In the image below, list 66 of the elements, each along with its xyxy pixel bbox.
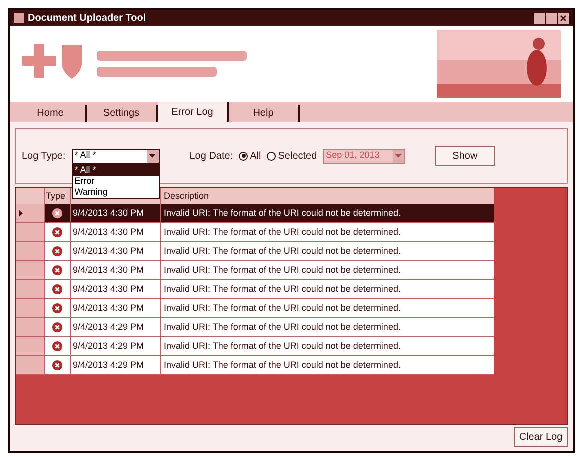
row-header bbox=[16, 356, 45, 374]
radio-button[interactable] bbox=[239, 152, 248, 160]
table-cell-text: Invalid URI: The format of the URI could not be determined. bbox=[163, 283, 402, 296]
table-row[interactable]: 9/4/2013 4:30 PM Invalid URI: The format of the URI could not be determined. bbox=[16, 204, 494, 223]
error-icon bbox=[52, 226, 63, 238]
row-header bbox=[16, 337, 45, 355]
row-header bbox=[16, 242, 45, 260]
table-cell: 9/4/2013 4:30 PM bbox=[71, 204, 161, 222]
error-icon bbox=[52, 264, 63, 276]
row-header bbox=[16, 261, 45, 279]
dropdown-option[interactable]: Error bbox=[72, 176, 159, 186]
tab[interactable]: Error Log bbox=[158, 102, 229, 122]
table-cell-text: Invalid URI: The format of the URI could not be determined. bbox=[163, 340, 402, 353]
error-icon bbox=[52, 340, 63, 352]
minimize-button[interactable] bbox=[534, 12, 545, 24]
error-icon bbox=[52, 284, 63, 294]
table-row[interactable]: 9/4/2013 4:30 PM Invalid URI: The format of the URI could not be determined. bbox=[16, 280, 494, 299]
row-header bbox=[16, 318, 45, 336]
error-icon bbox=[52, 246, 63, 256]
table-row[interactable]: 9/4/2013 4:30 PM Invalid URI: The format of the URI could not be determined. bbox=[16, 261, 494, 280]
row-header bbox=[16, 223, 45, 241]
table-cell: 9/4/2013 4:30 PM bbox=[71, 280, 161, 298]
window-title: Document Uploader Tool bbox=[28, 12, 146, 26]
table-row[interactable]: 9/4/2013 4:30 PM Invalid URI: The format of the URI could not be determined. bbox=[16, 299, 494, 318]
table-cell-text: Invalid URI: The format of the URI could not be determined. bbox=[163, 264, 402, 277]
table-row[interactable]: 9/4/2013 4:29 PM Invalid URI: The format of the URI could not be determined. bbox=[16, 356, 494, 375]
radio-button[interactable] bbox=[267, 152, 276, 160]
clear-log-button[interactable]: Clear Log bbox=[514, 427, 568, 447]
close-button[interactable] bbox=[558, 12, 569, 24]
table-cell-text: Invalid URI: The format of the URI could not be determined. bbox=[163, 207, 402, 220]
error-icon bbox=[52, 360, 63, 370]
table-cell: 9/4/2013 4:30 PM bbox=[71, 242, 161, 260]
table-row[interactable]: 9/4/2013 4:30 PM Invalid URI: The format of the URI could not be determined. bbox=[16, 223, 494, 242]
column-header: Description bbox=[163, 190, 210, 203]
radio-label: Selected bbox=[278, 150, 318, 164]
table-cell: 9/4/2013 4:29 PM bbox=[71, 356, 161, 374]
table-cell: 9/4/2013 4:30 PM bbox=[71, 223, 161, 241]
table-cell: 9/4/2013 4:29 PM bbox=[71, 318, 161, 336]
table-cell-text: Invalid URI: The format of the URI could not be determined. bbox=[163, 302, 402, 315]
error-icon bbox=[52, 302, 63, 314]
table-cell: 9/4/2013 4:29 PM bbox=[71, 337, 161, 355]
table-cell: 9/4/2013 4:30 PM bbox=[71, 261, 161, 279]
current-row-icon bbox=[19, 210, 23, 216]
table-cell-text: Invalid URI: The format of the URI could not be determined. bbox=[163, 245, 402, 258]
error-icon bbox=[52, 208, 63, 218]
tab[interactable]: Help bbox=[229, 105, 300, 122]
maximize-button[interactable] bbox=[546, 12, 557, 24]
row-header bbox=[16, 280, 45, 298]
error-icon bbox=[52, 322, 63, 332]
table-cell-text: Invalid URI: The format of the URI could not be determined. bbox=[163, 359, 402, 372]
log-type-label: Log Type: bbox=[22, 150, 66, 164]
table-cell: 9/4/2013 4:30 PM bbox=[71, 299, 161, 317]
app-icon bbox=[14, 13, 24, 23]
table-row[interactable]: 9/4/2013 4:30 PM Invalid URI: The format of the URI could not be determined. bbox=[16, 242, 494, 261]
table-row[interactable]: 9/4/2013 4:29 PM Invalid URI: The format of the URI could not be determined. bbox=[16, 337, 494, 356]
dropdown-option[interactable]: Warning bbox=[72, 186, 159, 198]
log-date-label: Log Date: bbox=[190, 150, 234, 164]
table-cell-text: Invalid URI: The format of the URI could not be determined. bbox=[163, 321, 402, 334]
tab[interactable]: Home bbox=[16, 105, 87, 122]
dropdown-option[interactable]: * All * bbox=[72, 164, 159, 176]
table-cell-text: Invalid URI: The format of the URI could not be determined. bbox=[163, 226, 402, 239]
radio-label: All bbox=[250, 150, 262, 164]
table-row[interactable]: 9/4/2013 4:29 PM Invalid URI: The format of the URI could not be determined. bbox=[16, 318, 494, 337]
show-button[interactable]: Show bbox=[435, 146, 496, 166]
close-icon bbox=[560, 14, 567, 22]
row-header bbox=[16, 299, 45, 317]
